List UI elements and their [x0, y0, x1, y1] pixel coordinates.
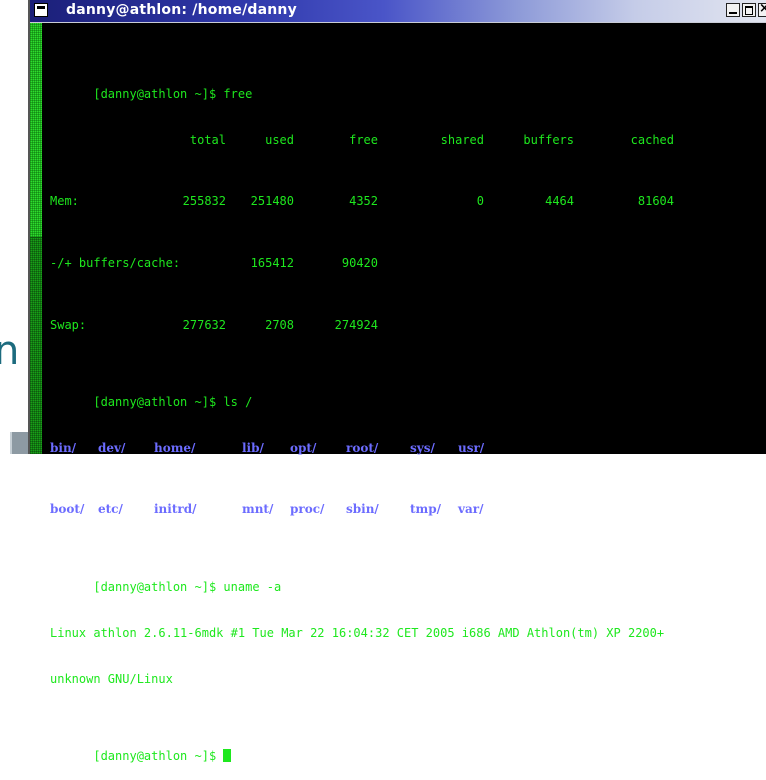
dir-mnt: mnt/ [242, 502, 274, 517]
free-mem-row: Mem: 255832 251480 4352 0 4464 81604 [50, 194, 766, 209]
buffers-cache-used: 165412 [250, 256, 294, 271]
shell-prompt: [danny@athlon ~]$ [93, 748, 217, 763]
dir-sbin: sbin/ [346, 502, 379, 517]
mem-used: 251480 [250, 194, 294, 209]
dir-etc: etc/ [98, 502, 123, 517]
shell-prompt: [danny@athlon ~]$ [93, 579, 217, 594]
command-text: ls / [223, 394, 253, 409]
swap-used: 2708 [265, 317, 294, 332]
buffers-cache-label: -/+ buffers/cache: [50, 256, 181, 271]
dir-proc: proc/ [290, 502, 325, 517]
shell-prompt: [danny@athlon ~]$ [93, 86, 217, 101]
free-swap-row: Swap: 277632 2708 274924 [50, 318, 766, 333]
desktop-background-panel [10, 432, 30, 454]
terminal-line: [danny@athlon ~]$ [50, 734, 766, 763]
header-total: total [189, 132, 226, 147]
dir-var: var/ [458, 502, 484, 517]
mem-buffers: 4464 [545, 194, 574, 209]
maximize-button[interactable] [742, 3, 756, 17]
window-title: danny@athlon: /home/danny [66, 2, 297, 18]
dir-initrd: initrd/ [154, 502, 197, 517]
mem-shared: 0 [476, 194, 484, 209]
terminal-line: [danny@athlon ~]$ ls / [50, 379, 766, 409]
header-used: used [265, 132, 294, 147]
shell-prompt: [danny@athlon ~]$ [93, 394, 217, 409]
command-text: uname -a [223, 579, 282, 594]
buffers-cache-free: 90420 [341, 256, 378, 271]
mem-cached: 81604 [637, 194, 674, 209]
command-text: free [223, 86, 253, 101]
terminal-output[interactable]: [danny@athlon ~]$ free total used free s… [50, 25, 766, 763]
close-button[interactable] [758, 1, 766, 17]
free-header-row: total used free shared buffers cached [50, 133, 766, 148]
swap-total: 277632 [182, 317, 226, 332]
terminal-line: [danny@athlon ~]$ free [50, 71, 766, 101]
mem-free: 4352 [349, 194, 378, 209]
title-bar[interactable]: danny@athlon: /home/danny [30, 0, 766, 23]
header-free: free [349, 132, 378, 147]
header-shared: shared [440, 132, 484, 147]
minimize-button[interactable] [726, 3, 740, 17]
free-buffers-cache-row: -/+ buffers/cache: 165412 90420 [50, 256, 766, 271]
terminal-line: [danny@athlon ~]$ uname -a [50, 564, 766, 594]
swap-free: 274924 [334, 317, 378, 332]
scrollbar-thumb[interactable] [30, 23, 42, 238]
mem-total: 255832 [182, 194, 226, 209]
ls-output-row: boot/ etc/ initrd/ mnt/ proc/ sbin/ tmp/… [50, 502, 766, 517]
scrollbar[interactable] [30, 23, 42, 454]
uname-output-line: Linux athlon 2.6.11-6mdk #1 Tue Mar 22 1… [50, 625, 665, 640]
window-menu-icon[interactable] [34, 3, 48, 17]
uname-output-line: unknown GNU/Linux [50, 671, 173, 686]
mem-label: Mem: [50, 194, 79, 209]
terminal-window[interactable]: danny@athlon: /home/danny [danny@athlon … [28, 0, 766, 763]
dir-tmp: tmp/ [410, 502, 442, 517]
dir-boot: boot/ [50, 502, 85, 517]
text-cursor[interactable] [223, 748, 232, 762]
desktop-background-text: n [0, 328, 20, 374]
header-cached: cached [630, 132, 674, 147]
header-buffers: buffers [523, 132, 574, 147]
swap-label: Swap: [50, 317, 87, 332]
